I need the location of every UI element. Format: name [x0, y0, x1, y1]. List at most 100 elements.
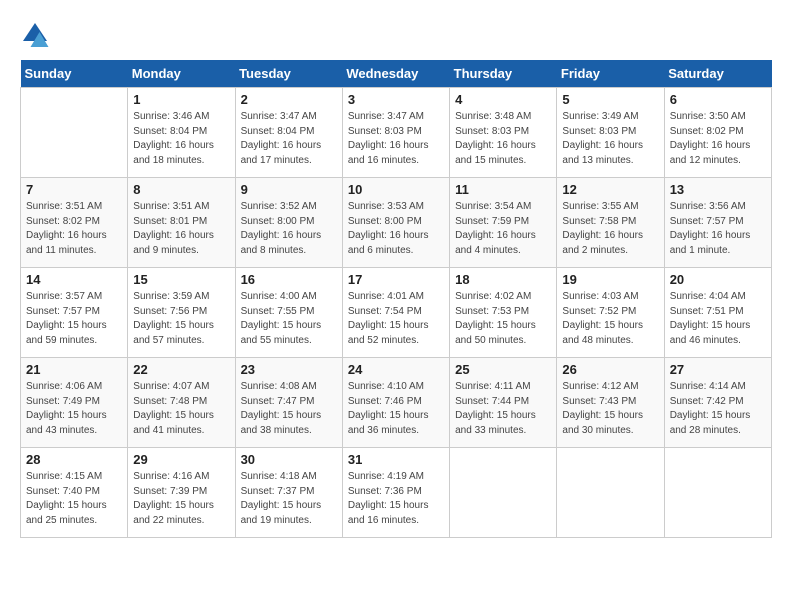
day-info: Sunrise: 3:55 AM Sunset: 7:58 PM Dayligh…	[562, 200, 658, 258]
calendar-cell: 11Sunrise: 3:54 AM Sunset: 7:59 PM Dayli…	[450, 178, 557, 268]
day-info: Sunrise: 4:07 AM Sunset: 7:48 PM Dayligh…	[133, 380, 229, 438]
calendar-week-row: 21 Sunrise: 4:06 AM Sunset: 7:49 PM Dayli…	[21, 358, 772, 448]
calendar-cell: 10 Sunrise: 3:53 AM Sunset: 8:00 PM Dayli…	[342, 178, 449, 268]
calendar-cell: 6 Sunrise: 3:50 AM Sunset: 8:02 PM Daylig…	[664, 88, 771, 178]
calendar-cell: 17 Sunrise: 4:01 AM Sunset: 7:54 PM Dayli…	[342, 268, 449, 358]
calendar-week-row: 14 Sunrise: 3:57 AM Sunset: 7:57 PM Dayli…	[21, 268, 772, 358]
day-info: Sunrise: 4:14 AM Sunset: 7:42 PM Dayligh…	[670, 380, 766, 438]
day-info: Sunrise: 4:11 AM Sunset: 7:44 PM Dayligh…	[455, 380, 551, 438]
weekday-header-friday: Friday	[557, 60, 664, 88]
weekday-header-row: SundayMondayTuesdayWednesdayThursdayFrid…	[21, 60, 772, 88]
day-info: Sunrise: 4:00 AM Sunset: 7:55 PM Dayligh…	[241, 290, 337, 348]
day-number: 19	[562, 272, 658, 287]
calendar-cell: 9 Sunrise: 3:52 AM Sunset: 8:00 PM Daylig…	[235, 178, 342, 268]
day-number: 13	[670, 182, 766, 197]
day-number: 9	[241, 182, 337, 197]
day-number: 30	[241, 452, 337, 467]
page-header	[20, 20, 772, 50]
day-info: Sunrise: 3:47 AM Sunset: 8:03 PM Dayligh…	[348, 110, 444, 168]
calendar-cell: 25 Sunrise: 4:11 AM Sunset: 7:44 PM Dayli…	[450, 358, 557, 448]
day-info: Sunrise: 3:51 AM Sunset: 8:02 PM Dayligh…	[26, 200, 122, 258]
calendar-cell: 14 Sunrise: 3:57 AM Sunset: 7:57 PM Dayli…	[21, 268, 128, 358]
day-number: 17	[348, 272, 444, 287]
day-number: 28	[26, 452, 122, 467]
day-info: Sunrise: 4:01 AM Sunset: 7:54 PM Dayligh…	[348, 290, 444, 348]
calendar-cell: 28 Sunrise: 4:15 AM Sunset: 7:40 PM Dayli…	[21, 448, 128, 538]
day-number: 4	[455, 92, 551, 107]
day-number: 3	[348, 92, 444, 107]
day-info: Sunrise: 4:18 AM Sunset: 7:37 PM Dayligh…	[241, 470, 337, 528]
calendar-week-row: 28 Sunrise: 4:15 AM Sunset: 7:40 PM Dayli…	[21, 448, 772, 538]
day-info: Sunrise: 4:08 AM Sunset: 7:47 PM Dayligh…	[241, 380, 337, 438]
calendar-cell: 30 Sunrise: 4:18 AM Sunset: 7:37 PM Dayli…	[235, 448, 342, 538]
day-info: Sunrise: 4:03 AM Sunset: 7:52 PM Dayligh…	[562, 290, 658, 348]
calendar-cell	[450, 448, 557, 538]
calendar-table: SundayMondayTuesdayWednesdayThursdayFrid…	[20, 60, 772, 538]
day-number: 10	[348, 182, 444, 197]
day-info: Sunrise: 3:52 AM Sunset: 8:00 PM Dayligh…	[241, 200, 337, 258]
day-info: Sunrise: 3:53 AM Sunset: 8:00 PM Dayligh…	[348, 200, 444, 258]
calendar-cell: 13 Sunrise: 3:56 AM Sunset: 7:57 PM Dayli…	[664, 178, 771, 268]
day-info: Sunrise: 4:12 AM Sunset: 7:43 PM Dayligh…	[562, 380, 658, 438]
calendar-cell: 1 Sunrise: 3:46 AM Sunset: 8:04 PM Daylig…	[128, 88, 235, 178]
calendar-cell: 27Sunrise: 4:14 AM Sunset: 7:42 PM Dayli…	[664, 358, 771, 448]
day-number: 15	[133, 272, 229, 287]
calendar-cell: 19 Sunrise: 4:03 AM Sunset: 7:52 PM Dayli…	[557, 268, 664, 358]
calendar-cell: 8 Sunrise: 3:51 AM Sunset: 8:01 PM Daylig…	[128, 178, 235, 268]
day-number: 5	[562, 92, 658, 107]
day-number: 8	[133, 182, 229, 197]
calendar-cell	[21, 88, 128, 178]
weekday-header-sunday: Sunday	[21, 60, 128, 88]
day-info: Sunrise: 3:57 AM Sunset: 7:57 PM Dayligh…	[26, 290, 122, 348]
calendar-cell: 18 Sunrise: 4:02 AM Sunset: 7:53 PM Dayli…	[450, 268, 557, 358]
calendar-cell: 29 Sunrise: 4:16 AM Sunset: 7:39 PM Dayli…	[128, 448, 235, 538]
calendar-cell: 26Sunrise: 4:12 AM Sunset: 7:43 PM Dayli…	[557, 358, 664, 448]
day-number: 1	[133, 92, 229, 107]
day-info: Sunrise: 4:10 AM Sunset: 7:46 PM Dayligh…	[348, 380, 444, 438]
day-number: 12	[562, 182, 658, 197]
calendar-week-row: 7 Sunrise: 3:51 AM Sunset: 8:02 PM Daylig…	[21, 178, 772, 268]
weekday-header-tuesday: Tuesday	[235, 60, 342, 88]
day-info: Sunrise: 3:59 AM Sunset: 7:56 PM Dayligh…	[133, 290, 229, 348]
day-info: Sunrise: 4:15 AM Sunset: 7:40 PM Dayligh…	[26, 470, 122, 528]
day-number: 25	[455, 362, 551, 377]
day-number: 14	[26, 272, 122, 287]
calendar-cell: 5Sunrise: 3:49 AM Sunset: 8:03 PM Daylig…	[557, 88, 664, 178]
day-info: Sunrise: 3:51 AM Sunset: 8:01 PM Dayligh…	[133, 200, 229, 258]
calendar-cell: 7 Sunrise: 3:51 AM Sunset: 8:02 PM Daylig…	[21, 178, 128, 268]
calendar-cell: 2Sunrise: 3:47 AM Sunset: 8:04 PM Daylig…	[235, 88, 342, 178]
day-number: 6	[670, 92, 766, 107]
day-number: 16	[241, 272, 337, 287]
weekday-header-wednesday: Wednesday	[342, 60, 449, 88]
day-info: Sunrise: 4:19 AM Sunset: 7:36 PM Dayligh…	[348, 470, 444, 528]
calendar-cell: 21 Sunrise: 4:06 AM Sunset: 7:49 PM Dayli…	[21, 358, 128, 448]
weekday-header-thursday: Thursday	[450, 60, 557, 88]
day-number: 20	[670, 272, 766, 287]
calendar-week-row: 1 Sunrise: 3:46 AM Sunset: 8:04 PM Daylig…	[21, 88, 772, 178]
day-number: 22	[133, 362, 229, 377]
day-info: Sunrise: 4:04 AM Sunset: 7:51 PM Dayligh…	[670, 290, 766, 348]
calendar-cell: 24Sunrise: 4:10 AM Sunset: 7:46 PM Dayli…	[342, 358, 449, 448]
calendar-cell: 12 Sunrise: 3:55 AM Sunset: 7:58 PM Dayli…	[557, 178, 664, 268]
day-info: Sunrise: 3:48 AM Sunset: 8:03 PM Dayligh…	[455, 110, 551, 168]
day-number: 11	[455, 182, 551, 197]
day-number: 23	[241, 362, 337, 377]
weekday-header-saturday: Saturday	[664, 60, 771, 88]
day-number: 29	[133, 452, 229, 467]
calendar-cell: 16 Sunrise: 4:00 AM Sunset: 7:55 PM Dayli…	[235, 268, 342, 358]
day-info: Sunrise: 3:56 AM Sunset: 7:57 PM Dayligh…	[670, 200, 766, 258]
calendar-cell: 20 Sunrise: 4:04 AM Sunset: 7:51 PM Dayli…	[664, 268, 771, 358]
logo-icon	[20, 20, 50, 50]
day-info: Sunrise: 3:47 AM Sunset: 8:04 PM Dayligh…	[241, 110, 337, 168]
day-number: 7	[26, 182, 122, 197]
calendar-cell: 15 Sunrise: 3:59 AM Sunset: 7:56 PM Dayli…	[128, 268, 235, 358]
calendar-cell	[557, 448, 664, 538]
calendar-cell: 31Sunrise: 4:19 AM Sunset: 7:36 PM Dayli…	[342, 448, 449, 538]
day-info: Sunrise: 3:50 AM Sunset: 8:02 PM Dayligh…	[670, 110, 766, 168]
day-info: Sunrise: 3:46 AM Sunset: 8:04 PM Dayligh…	[133, 110, 229, 168]
day-number: 21	[26, 362, 122, 377]
day-info: Sunrise: 4:02 AM Sunset: 7:53 PM Dayligh…	[455, 290, 551, 348]
day-number: 18	[455, 272, 551, 287]
day-info: Sunrise: 4:16 AM Sunset: 7:39 PM Dayligh…	[133, 470, 229, 528]
day-info: Sunrise: 4:06 AM Sunset: 7:49 PM Dayligh…	[26, 380, 122, 438]
